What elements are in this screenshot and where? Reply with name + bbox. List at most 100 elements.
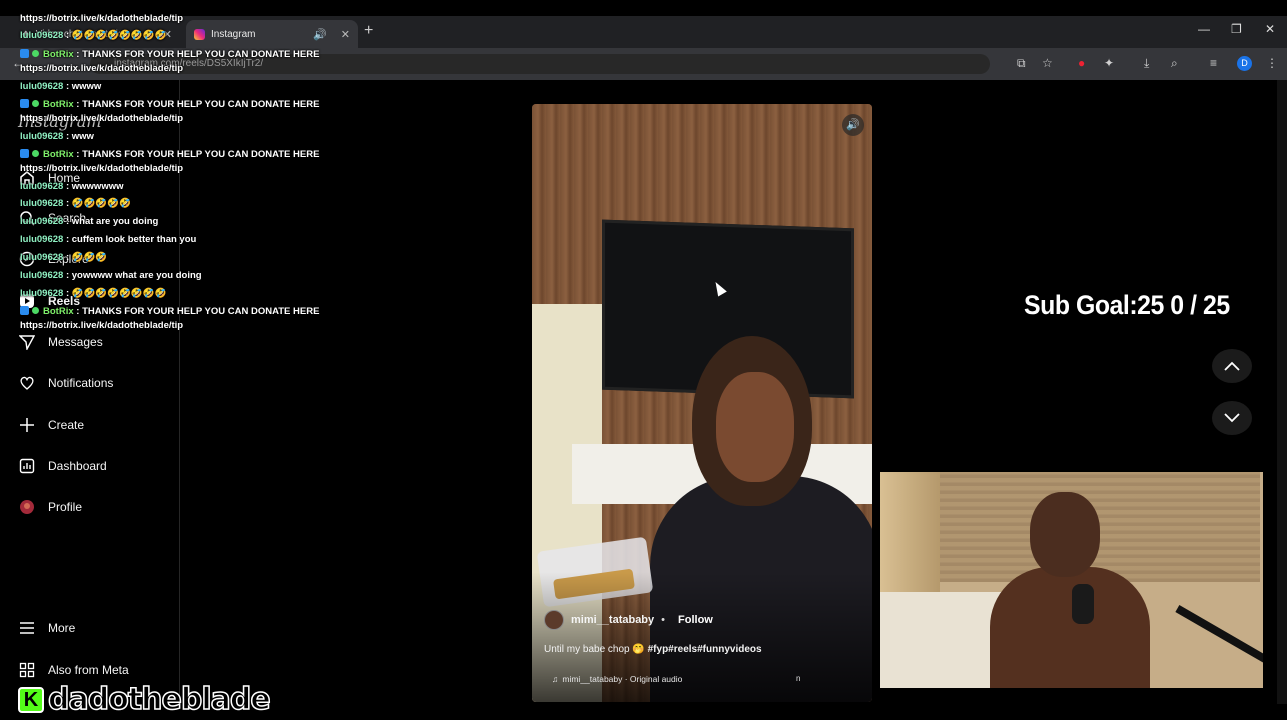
close-tab-icon[interactable]: ✕	[341, 28, 350, 41]
reel-video[interactable]: 🔊 mimi__tatababy • Follow Until my babe …	[532, 104, 872, 702]
microphone-icon	[1072, 584, 1094, 624]
audio-icon[interactable]: 🔊	[313, 28, 327, 41]
tab-search-icon[interactable]: ⌕	[1171, 56, 1178, 71]
bookmark-star-icon[interactable]: ☆	[1042, 56, 1053, 70]
reel-caption: Until my babe chop 🤭 #fyp#reels#funnyvid…	[544, 644, 762, 655]
chat-username: BotRix	[43, 306, 74, 317]
chat-text: : THANKS FOR YOUR HELP YOU CAN DONATE HE…	[76, 149, 320, 160]
chat-message: lulu09628 : yowwww what are you doing	[20, 269, 202, 282]
sidebar-item-notifications[interactable]: Notifications	[18, 374, 113, 392]
chat-text: : what are you doing	[65, 216, 159, 227]
profile-avatar[interactable]: D	[1237, 56, 1252, 71]
stream-capture: ◆ Video chat and talk ✕ Instagram 🔊 ✕ + …	[0, 0, 1287, 720]
extensions-icon[interactable]: ✦	[1104, 56, 1114, 70]
sidebar-item-label: Create	[48, 418, 85, 432]
sidebar-item-dashboard[interactable]: Dashboard	[18, 457, 107, 475]
chat-text: : THANKS FOR YOUR HELP YOU CAN DONATE HE…	[76, 306, 320, 317]
meta-icon	[18, 661, 36, 679]
webcam-head	[1030, 492, 1100, 577]
chat-text: : THANKS FOR YOUR HELP YOU CAN DONATE HE…	[76, 49, 320, 60]
bot-badge-icon	[20, 49, 29, 58]
chat-message: lulu09628 : cuffem look better than you	[20, 233, 196, 246]
media-icon[interactable]: ≡	[1210, 56, 1217, 70]
verified-badge-icon	[32, 307, 39, 314]
chat-link: https://botrix.live/k/dadotheblade/tip	[20, 63, 184, 74]
sub-goal-counter: Sub Goal:25 0 / 25	[1024, 290, 1230, 320]
chat-text: : 🤣🤣🤣	[65, 252, 108, 263]
reel-owner: mimi__tatababy • Follow	[544, 610, 713, 630]
extension-red-icon[interactable]: ●	[1078, 56, 1085, 70]
cast-icon[interactable]: ⧉	[1017, 56, 1026, 71]
chat-message: BotRix : THANKS FOR YOUR HELP YOU CAN DO…	[20, 48, 319, 61]
restore-icon[interactable]: ❐	[1231, 22, 1242, 36]
chat-message: lulu09628 : 🤣🤣🤣🤣🤣🤣🤣🤣	[20, 29, 166, 42]
chat-link: https://botrix.live/k/dadotheblade/tip	[20, 163, 184, 174]
audio-suffix: n	[796, 674, 801, 683]
chat-message: lulu09628 : 🤣🤣🤣🤣🤣	[20, 197, 131, 210]
chat-username: lulu09628	[20, 270, 64, 281]
sidebar-item-label: More	[48, 621, 76, 635]
sidebar-item-label: Profile	[48, 500, 83, 514]
sidebar-item-profile[interactable]: Profile	[18, 498, 82, 516]
mic-arm	[1175, 605, 1263, 667]
minimize-icon[interactable]: —	[1198, 22, 1210, 36]
chat-username: lulu09628	[20, 81, 64, 92]
chat-text: : 🤣🤣🤣🤣🤣🤣🤣🤣	[65, 288, 167, 299]
previous-reel-button[interactable]	[1212, 349, 1252, 383]
tab-title: Instagram	[211, 28, 256, 40]
reel-audio[interactable]: ♫ mimi__tatababy · Original audio	[552, 674, 682, 684]
sidebar-item-also-from-meta[interactable]: Also from Meta	[18, 661, 129, 679]
chat-message: lulu09628 : wwww	[20, 80, 101, 93]
caption-hashtags[interactable]: #fyp#reels#funnyvideos	[648, 644, 762, 655]
sidebar-item-label: Notifications	[48, 376, 114, 390]
chat-link: https://botrix.live/k/dadotheblade/tip	[20, 13, 184, 24]
chat-text: : 🤣🤣🤣🤣🤣	[65, 198, 131, 209]
chat-username: lulu09628	[20, 216, 64, 227]
verified-badge-icon	[32, 100, 39, 107]
caption-text: Until my babe chop	[544, 644, 630, 655]
owner-avatar[interactable]	[544, 610, 564, 630]
chat-message: lulu09628 : 🤣🤣🤣	[20, 251, 107, 264]
chat-text: : wwww	[65, 81, 102, 92]
kick-logo-icon: K	[18, 686, 44, 713]
new-tab-button[interactable]: +	[364, 22, 373, 40]
chat-username: lulu09628	[20, 131, 64, 142]
sidebar-item-create[interactable]: Create	[18, 416, 84, 434]
volume-icon[interactable]: 🔊	[842, 114, 864, 136]
download-icon[interactable]: ⤓	[1144, 56, 1149, 71]
chat-username: BotRix	[43, 49, 74, 60]
chat-username: BotRix	[43, 99, 74, 110]
sidebar-item-messages[interactable]: Messages	[18, 333, 103, 351]
instagram-icon	[194, 28, 205, 40]
plus-icon	[18, 416, 36, 434]
kebab-menu-icon[interactable]: ⋮	[1266, 56, 1278, 70]
streamer-webcam	[880, 472, 1263, 688]
chat-username: BotRix	[43, 149, 74, 160]
chat-username: lulu09628	[20, 234, 64, 245]
close-window-icon[interactable]: ✕	[1265, 22, 1275, 36]
webcam-blind	[940, 472, 1260, 582]
sidebar-item-more[interactable]: More	[18, 619, 75, 637]
streamer-brand: K dadotheblade	[18, 681, 271, 718]
page-scrollbar[interactable]	[1277, 80, 1287, 704]
chat-username: lulu09628	[20, 252, 64, 263]
next-reel-button[interactable]	[1212, 401, 1252, 435]
bot-badge-icon	[20, 149, 29, 158]
reel-face	[716, 372, 794, 482]
follow-button[interactable]: Follow	[678, 614, 713, 626]
chat-username: lulu09628	[20, 30, 64, 41]
music-note-icon: ♫	[552, 674, 559, 684]
tab-instagram[interactable]: Instagram 🔊 ✕	[186, 20, 358, 48]
owner-username[interactable]: mimi__tatababy	[571, 614, 654, 626]
chat-message: lulu09628 : www	[20, 130, 94, 143]
menu-icon	[18, 619, 36, 637]
avatar-icon	[18, 498, 36, 516]
chat-link: https://botrix.live/k/dadotheblade/tip	[20, 320, 184, 331]
chat-text: : cuffem look better than you	[65, 234, 197, 245]
verified-badge-icon	[32, 150, 39, 157]
bot-badge-icon	[20, 306, 29, 315]
chat-message: BotRix : THANKS FOR YOUR HELP YOU CAN DO…	[20, 305, 319, 318]
chat-link: https://botrix.live/k/dadotheblade/tip	[20, 113, 184, 124]
bot-badge-icon	[20, 99, 29, 108]
chat-message: BotRix : THANKS FOR YOUR HELP YOU CAN DO…	[20, 148, 319, 161]
